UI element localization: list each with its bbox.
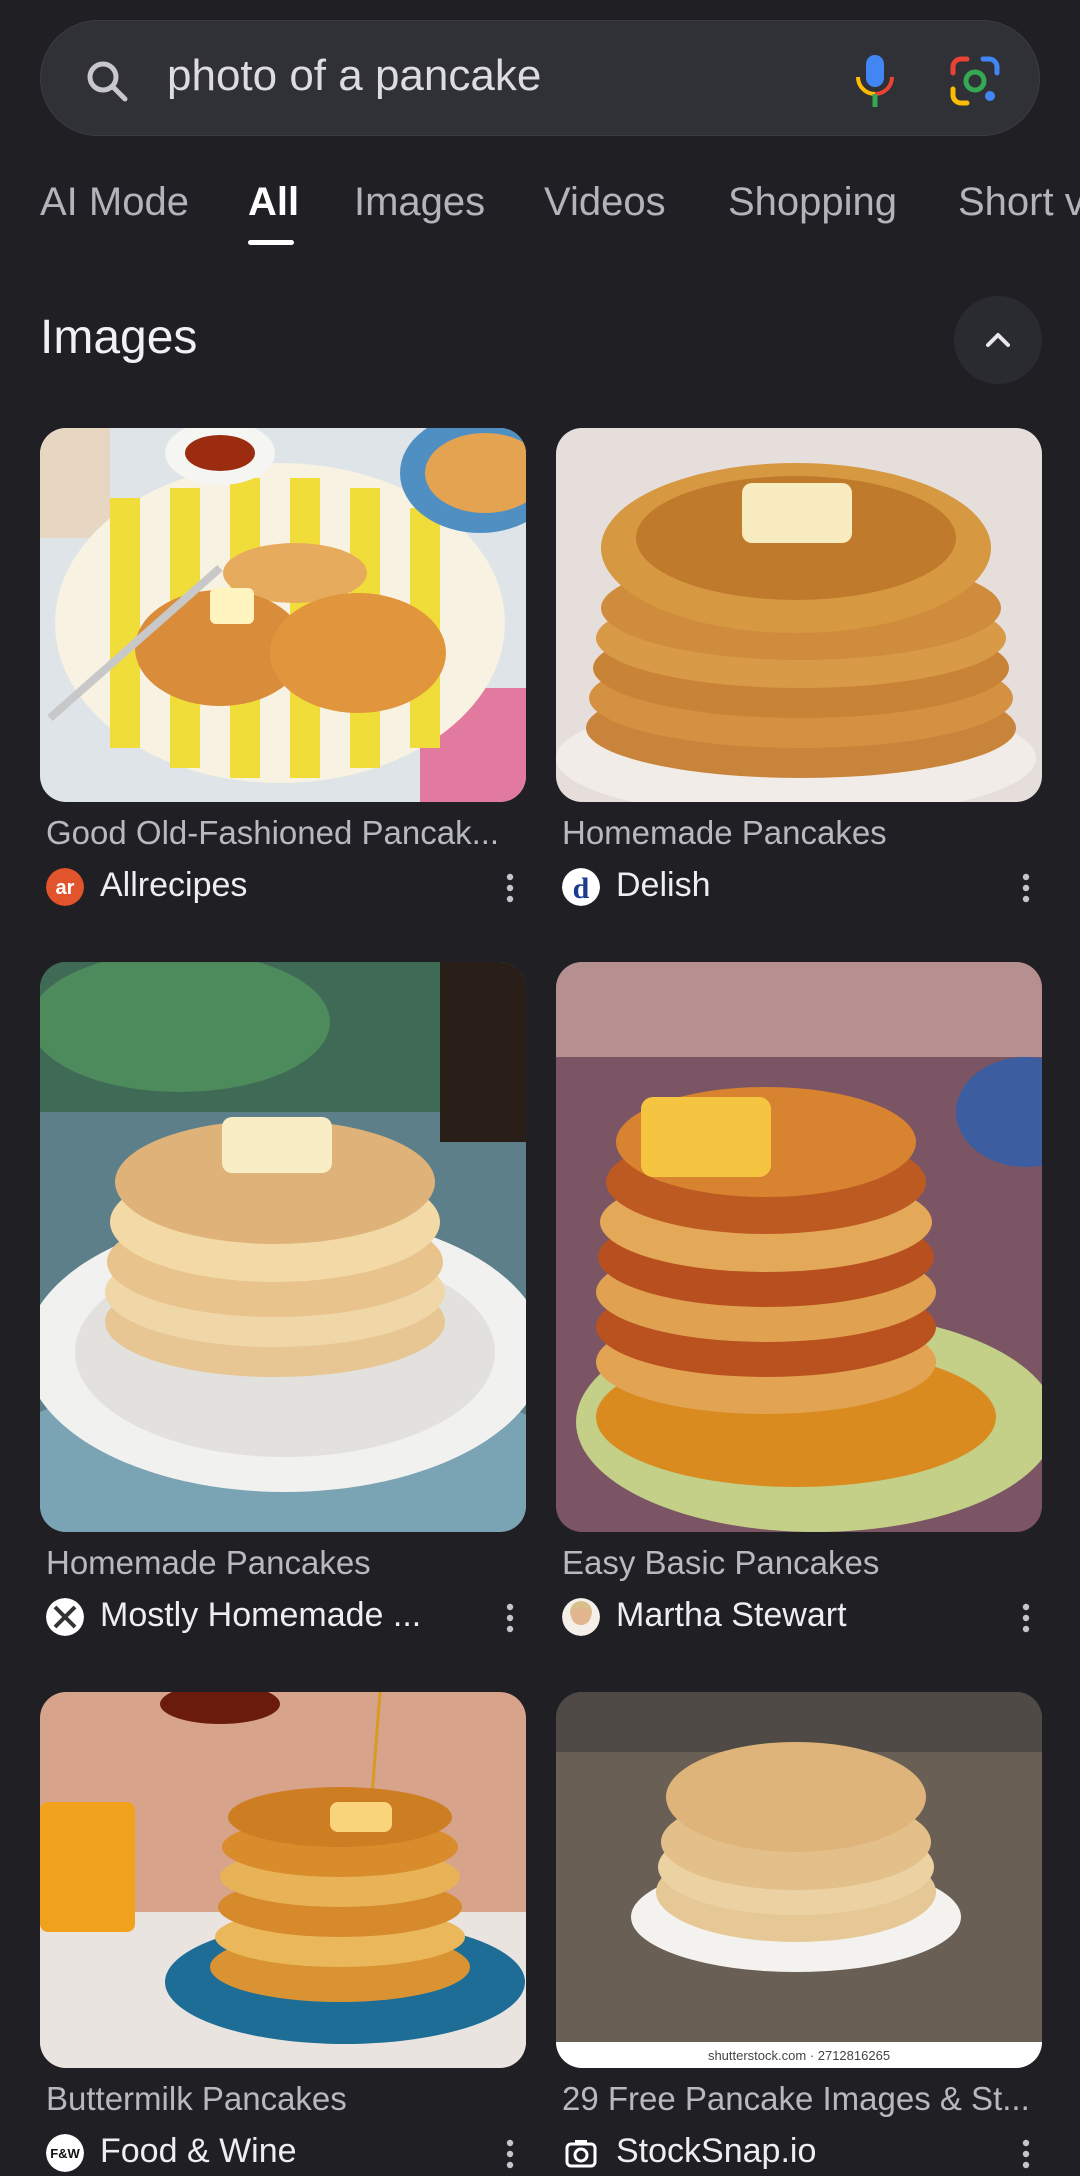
mostly-homemade-logo-icon xyxy=(46,1598,84,1636)
result-source-row[interactable]: Mostly Homemade ... xyxy=(46,1596,526,1640)
microphone-icon[interactable] xyxy=(849,53,901,109)
image-result-card[interactable]: Buttermilk Pancakes F&W Food & Wine xyxy=(40,1692,526,2172)
allrecipes-logo-icon: ar xyxy=(46,868,84,906)
stocksnap-logo-icon xyxy=(565,2140,597,2168)
image-result-card[interactable]: Homemade Pancakes Mostly Homemade ... xyxy=(40,962,526,1648)
svg-text:ar: ar xyxy=(56,877,75,899)
pancake-thumbnail-5[interactable] xyxy=(40,1692,526,2068)
chevron-up-icon xyxy=(986,333,1010,347)
svg-text:F&W: F&W xyxy=(50,2146,80,2161)
result-source-row[interactable]: StockSnap.io xyxy=(562,2132,1042,2176)
image-result-card[interactable]: Easy Basic Pancakes Martha Stewart xyxy=(556,962,1042,1648)
pancake-thumbnail-3[interactable] xyxy=(40,962,526,1532)
search-icon xyxy=(87,61,128,102)
result-title[interactable]: Homemade Pancakes xyxy=(46,1544,522,1582)
more-options-icon[interactable] xyxy=(502,870,518,906)
martha-stewart-avatar-icon xyxy=(562,1598,600,1636)
image-result-card[interactable]: shutterstock.com · 2712816265 29 Free Pa… xyxy=(556,1692,1042,2170)
more-options-icon[interactable] xyxy=(1018,2136,1034,2172)
search-tabs: AI Mode All Images Videos Shopping Short… xyxy=(0,180,1080,250)
result-source-row[interactable]: ar Allrecipes xyxy=(46,866,526,910)
result-source-name: Mostly Homemade ... xyxy=(100,1596,422,1634)
more-options-icon[interactable] xyxy=(1018,1600,1034,1636)
tab-shopping[interactable]: Shopping xyxy=(728,180,897,225)
more-options-icon[interactable] xyxy=(502,2136,518,2172)
result-source-row[interactable]: Martha Stewart xyxy=(562,1596,1042,1640)
result-title[interactable]: 29 Free Pancake Images & St... xyxy=(562,2080,1038,2118)
result-source-row[interactable]: d Delish xyxy=(562,866,1042,910)
pancake-thumbnail-6[interactable]: shutterstock.com · 2712816265 xyxy=(556,1692,1042,2068)
result-title[interactable]: Homemade Pancakes xyxy=(562,814,1038,852)
pancake-thumbnail-2[interactable] xyxy=(556,428,1042,802)
more-options-icon[interactable] xyxy=(1018,870,1034,906)
images-section-title: Images xyxy=(40,311,198,364)
pancake-thumbnail-4[interactable] xyxy=(556,962,1042,1532)
tab-short-videos[interactable]: Short v xyxy=(958,180,1080,225)
tab-ai-mode[interactable]: AI Mode xyxy=(40,180,189,225)
active-tab-indicator xyxy=(248,240,294,245)
tab-videos[interactable]: Videos xyxy=(544,180,666,225)
result-title[interactable]: Easy Basic Pancakes xyxy=(562,1544,1038,1582)
search-input[interactable]: photo of a pancake xyxy=(167,51,541,101)
result-source-row[interactable]: F&W Food & Wine xyxy=(46,2132,526,2176)
result-source-name: Food & Wine xyxy=(100,2132,297,2170)
food-and-wine-logo-icon: F&W xyxy=(46,2134,84,2172)
collapse-button[interactable] xyxy=(954,296,1042,384)
search-bar[interactable]: photo of a pancake xyxy=(40,20,1040,136)
result-source-name: Allrecipes xyxy=(100,866,248,904)
pancake-thumbnail-1[interactable] xyxy=(40,428,526,802)
image-watermark: shutterstock.com · 2712816265 xyxy=(708,2048,890,2063)
image-result-card[interactable]: Good Old-Fashioned Pancak... ar Allrecip… xyxy=(40,428,526,908)
result-source-name: StockSnap.io xyxy=(616,2132,817,2170)
google-lens-icon[interactable] xyxy=(947,53,1003,109)
delish-logo-icon: d xyxy=(562,868,600,906)
svg-text:d: d xyxy=(573,872,590,905)
result-title[interactable]: Good Old-Fashioned Pancak... xyxy=(46,814,522,852)
result-source-name: Martha Stewart xyxy=(616,1596,847,1634)
tab-all[interactable]: All xyxy=(248,180,299,225)
result-title[interactable]: Buttermilk Pancakes xyxy=(46,2080,522,2118)
image-result-card[interactable]: Homemade Pancakes d Delish xyxy=(556,428,1042,908)
more-options-icon[interactable] xyxy=(502,1600,518,1636)
tab-images[interactable]: Images xyxy=(354,180,485,225)
result-source-name: Delish xyxy=(616,866,711,904)
